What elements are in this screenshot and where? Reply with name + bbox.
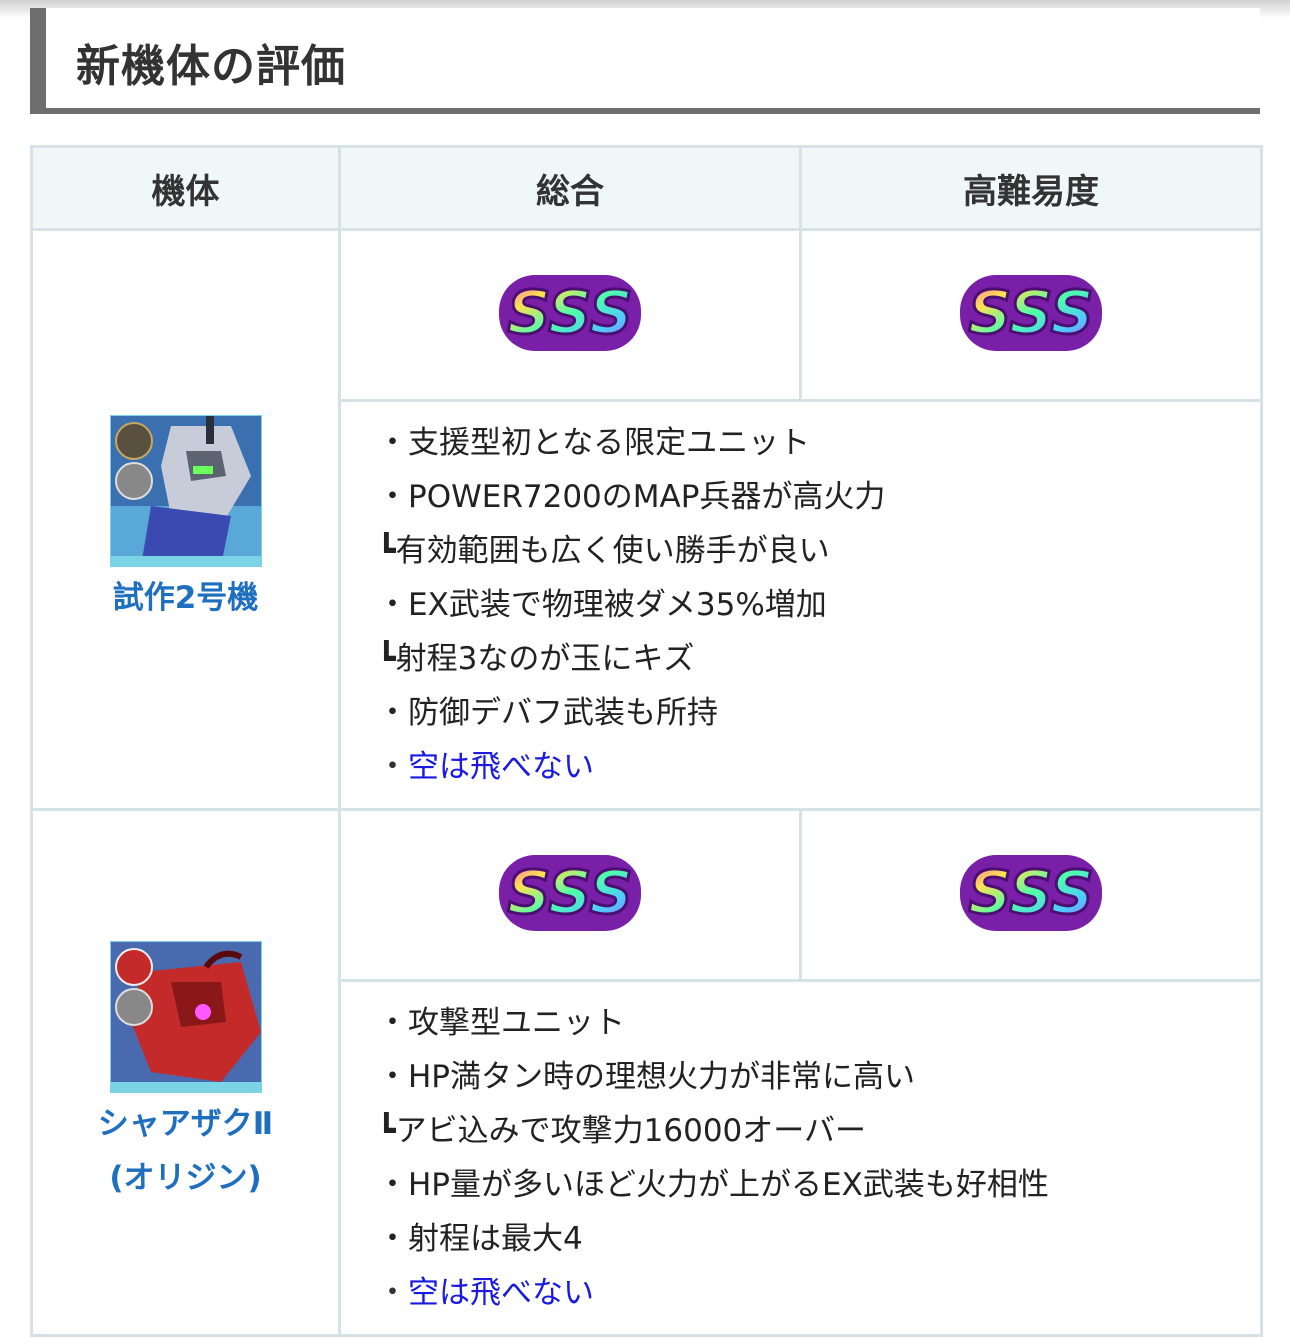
header-unit: 機体	[30, 145, 341, 231]
header-hard: 高難易度	[799, 145, 1263, 231]
list-item: ・EX武装で物理被ダメ35%増加	[377, 587, 827, 623]
unit-name: シャアザクⅡ	[97, 1105, 274, 1142]
unit-name-link[interactable]: シャアザクⅡ (オリジン)	[34, 1097, 337, 1205]
unit-cell: 試作2号機	[30, 228, 341, 811]
bullet: ・	[377, 1275, 408, 1311]
sss-rank-badge: SSS	[499, 275, 641, 351]
description-cell: ・攻撃型ユニット ・HP満タン時の理想火力が非常に高い ┗アビ込みで攻撃力160…	[338, 979, 1263, 1337]
evaluation-table: 機体 総合 高難易度 試作2号機 SSS SSS ・支援型初となる限定ユニット …	[30, 145, 1263, 1337]
list-item: ・HP満タン時の理想火力が非常に高い	[377, 1059, 916, 1095]
section-title: 新機体の評価	[76, 41, 346, 92]
header-overall: 総合	[338, 145, 802, 231]
svg-text:SSS: SSS	[968, 858, 1093, 928]
support-type-icon	[114, 421, 153, 460]
sss-rank-badge: SSS	[499, 855, 641, 931]
unit-thumbnail[interactable]	[109, 940, 262, 1093]
sss-rank-badge: SSS	[960, 275, 1102, 351]
terrain-ground-icon	[114, 461, 153, 500]
point-list: ・攻撃型ユニット ・HP満タン時の理想火力が非常に高い ┗アビ込みで攻撃力160…	[377, 996, 1260, 1320]
svg-text:SSS: SSS	[507, 858, 632, 928]
list-item: ┗有効範囲も広く使い勝手が良い	[377, 533, 830, 569]
list-item-link: ・空は飛べない	[377, 1266, 1260, 1320]
svg-text:SSS: SSS	[968, 278, 1093, 348]
list-item: ・防御デバフ武装も所持	[377, 695, 718, 731]
unit-thumbnail[interactable]	[109, 414, 262, 567]
hard-rank-cell: SSS	[799, 808, 1263, 982]
hard-rank-cell: SSS	[799, 228, 1263, 402]
list-item: ・POWER7200のMAP兵器が高火力	[377, 479, 886, 515]
description-cell: ・支援型初となる限定ユニット ・POWER7200のMAP兵器が高火力 ┗有効範…	[338, 399, 1263, 811]
overall-rank-cell: SSS	[338, 228, 802, 402]
list-item: ┗射程3なのが玉にキズ	[377, 641, 695, 677]
sss-rank-badge: SSS	[960, 855, 1102, 931]
section-heading: 新機体の評価	[30, 8, 1260, 114]
list-item-link: ・空は飛べない	[377, 740, 1260, 794]
table-header-row: 機体 総合 高難易度	[30, 145, 1263, 231]
table-row: 試作2号機 SSS SSS	[30, 228, 1263, 811]
point-list: ・支援型初となる限定ユニット ・POWER7200のMAP兵器が高火力 ┗有効範…	[377, 416, 1260, 794]
unit-name-link[interactable]: 試作2号機	[34, 571, 337, 625]
list-item: ・HP量が多いほど火力が上がるEX武装も好相性	[377, 1167, 1049, 1203]
terrain-ground-icon	[114, 987, 153, 1026]
list-item: ┗アビ込みで攻撃力16000オーバー	[377, 1113, 866, 1149]
unit-cell: シャアザクⅡ (オリジン)	[30, 808, 341, 1337]
attack-type-icon	[114, 947, 153, 986]
bullet: ・	[377, 749, 408, 785]
list-item: ・攻撃型ユニット	[377, 1005, 625, 1041]
table-row: シャアザクⅡ (オリジン) SSS SSS	[30, 808, 1263, 1337]
list-item: ・支援型初となる限定ユニット	[377, 425, 811, 461]
overall-rank-cell: SSS	[338, 808, 802, 982]
list-item: ・射程は最大4	[377, 1221, 583, 1257]
cannot-fly-link[interactable]: 空は飛べない	[408, 749, 594, 785]
svg-text:SSS: SSS	[507, 278, 632, 348]
cannot-fly-link[interactable]: 空は飛べない	[408, 1275, 594, 1311]
unit-name-sub: (オリジン)	[109, 1159, 262, 1196]
